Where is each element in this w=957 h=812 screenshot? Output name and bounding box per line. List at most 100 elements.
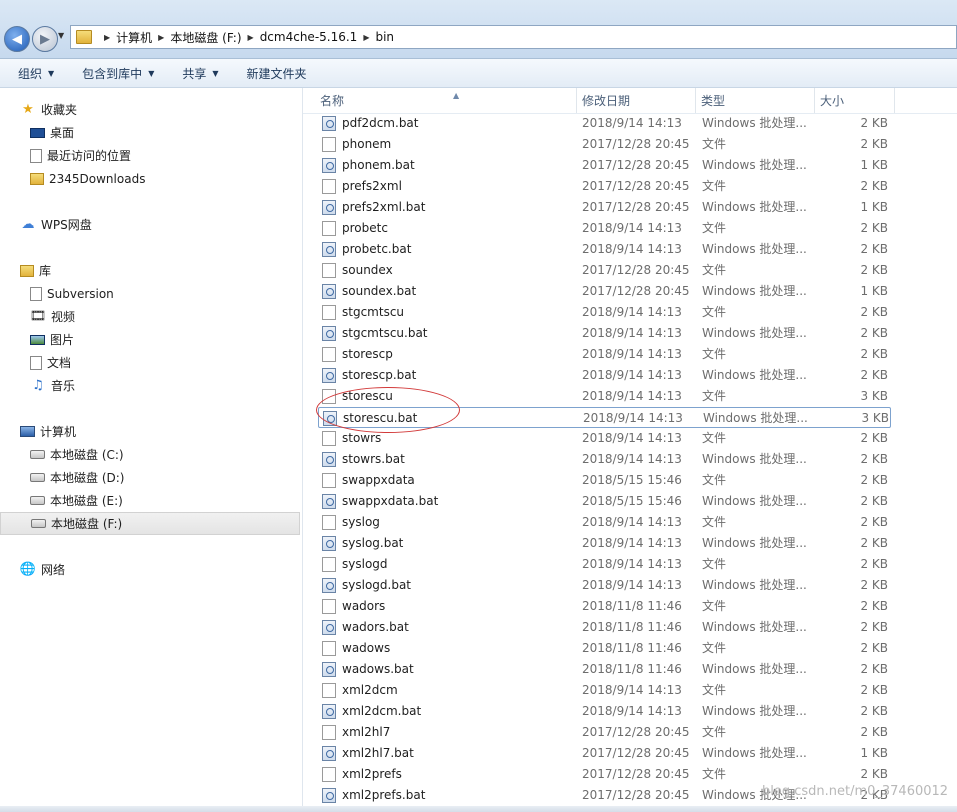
file-name: pdf2dcm.bat [342,116,419,130]
file-name: storescp.bat [342,368,417,382]
file-date-modified: 2018/9/14 14:13 [582,305,682,319]
file-date-modified: 2017/12/28 20:45 [582,200,690,214]
file-row[interactable]: syslogd 2018/9/14 14:13 文件 2 KB [318,554,891,575]
file-date-modified: 2018/9/14 14:13 [582,221,682,235]
file-type: Windows 批处理... [702,578,807,592]
file-type: Windows 批处理... [702,662,807,676]
file-row[interactable]: storescu.bat 2018/9/14 14:13 Windows 批处理..… [318,407,891,428]
sidebar-item-documents[interactable]: 文档 [0,351,330,374]
column-date-modified[interactable]: 修改日期 [577,88,696,113]
file-date-modified: 2018/5/15 15:46 [582,473,682,487]
sidebar-item-drive-c[interactable]: 本地磁盘 (C:) [0,443,330,466]
file-name: stgcmtscu [342,305,405,319]
file-row[interactable]: stowrs.bat 2018/9/14 14:13 Windows 批处理... 2… [318,449,891,470]
file-row[interactable]: swappxdata.bat 2018/5/15 15:46 Windows 批处理… [318,491,891,512]
column-name[interactable]: 名称 ▲ [315,88,577,113]
sidebar-item-drive-f[interactable]: 本地磁盘 (F:) [0,512,300,535]
file-row[interactable]: prefs2xml 2017/12/28 20:45 文件 2 KB [318,176,891,197]
file-row[interactable]: soundex 2017/12/28 20:45 文件 2 KB [318,260,891,281]
sidebar-item-computer[interactable]: 计算机 [0,420,320,443]
sidebar-item-drive-e[interactable]: 本地磁盘 (E:) [0,489,330,512]
file-row[interactable]: stgcmtscu 2018/9/14 14:13 文件 2 KB [318,302,891,323]
file-row[interactable]: wadows.bat 2018/11/8 11:46 Windows 批处理... 2… [318,659,891,680]
address-bar[interactable]: ▶ 计算机 ▶ 本地磁盘 (F:) ▶ dcm4che-5.16.1 ▶ bin [70,25,957,49]
file-row[interactable]: probetc 2018/9/14 14:13 文件 2 KB [318,218,891,239]
sidebar-item-music[interactable]: ♫ 音乐 [0,374,330,397]
file-type: 文件 [702,767,727,781]
file-date-modified: 2018/9/14 14:13 [582,326,682,340]
file-type: 文件 [702,389,727,403]
file-row[interactable]: wadows 2018/11/8 11:46 文件 2 KB [318,638,891,659]
breadcrumb-bin[interactable]: bin [375,30,394,44]
file-row[interactable]: stowrs 2018/9/14 14:13 文件 2 KB [318,428,891,449]
column-size[interactable]: 大小 [815,88,895,113]
new-folder-button[interactable]: 新建文件夹 [247,65,307,82]
file-name: syslog.bat [342,536,404,550]
file-size: 2 KB [860,620,888,634]
file-row[interactable]: swappxdata 2018/5/15 15:46 文件 2 KB [318,470,891,491]
file-row[interactable]: syslog.bat 2018/9/14 14:13 Windows 批处理... 2… [318,533,891,554]
chevron-right-icon[interactable]: ▶ [104,33,110,42]
file-row[interactable]: wadors 2018/11/8 11:46 文件 2 KB [318,596,891,617]
file-row[interactable]: syslog 2018/9/14 14:13 文件 2 KB [318,512,891,533]
file-size: 2 KB [860,179,888,193]
sidebar-item-favorites[interactable]: ★ 收藏夹 [0,98,320,121]
chevron-right-icon[interactable]: ▶ [248,33,254,42]
file-name: wadows [342,641,391,655]
file-row[interactable]: xml2hl7 2017/12/28 20:45 文件 2 KB [318,722,891,743]
sidebar-item-libraries[interactable]: 库 [0,259,320,282]
breadcrumb-dcm4che[interactable]: dcm4che-5.16.1 [260,30,358,44]
file-row[interactable]: phonem 2017/12/28 20:45 文件 2 KB [318,134,891,155]
forward-button[interactable]: ▶ [32,26,58,52]
organize-button[interactable]: 组织 ▼ [18,65,54,82]
sidebar-item-network[interactable]: 🌐 网络 [0,558,320,581]
file-row[interactable]: wadors.bat 2018/11/8 11:46 Windows 批处理... 2… [318,617,891,638]
column-type[interactable]: 类型 [696,88,815,113]
batch-file-icon [322,200,336,215]
breadcrumb-drive-f[interactable]: 本地磁盘 (F:) [170,29,241,46]
back-button[interactable]: ◀ [4,26,30,52]
file-icon [322,221,336,236]
file-row[interactable]: xml2dcm 2018/9/14 14:13 文件 2 KB [318,680,891,701]
sidebar-item-recent-places[interactable]: 最近访问的位置 [0,144,330,167]
file-row[interactable]: syslogd.bat 2018/9/14 14:13 Windows 批处理...… [318,575,891,596]
file-row[interactable]: storescu 2018/9/14 14:13 文件 3 KB [318,386,891,407]
sidebar-item-pictures[interactable]: 图片 [0,328,330,351]
share-button[interactable]: 共享 ▼ [182,65,218,82]
file-row[interactable]: stgcmtscu.bat 2018/9/14 14:13 Windows 批处理.… [318,323,891,344]
file-row[interactable]: prefs2xml.bat 2017/12/28 20:45 Windows 批处理… [318,197,891,218]
file-row[interactable]: probetc.bat 2018/9/14 14:13 Windows 批处理...… [318,239,891,260]
file-type: Windows 批处理... [702,284,807,298]
file-row[interactable]: storescp.bat 2018/9/14 14:13 Windows 批处理..… [318,365,891,386]
file-date-modified: 2017/12/28 20:45 [582,725,690,739]
file-row[interactable]: storescp 2018/9/14 14:13 文件 2 KB [318,344,891,365]
batch-file-icon [322,662,336,677]
file-row[interactable]: phonem.bat 2017/12/28 20:45 Windows 批处理...… [318,155,891,176]
file-type: 文件 [702,557,727,571]
file-type: 文件 [702,347,727,361]
file-row[interactable]: pdf2dcm.bat 2018/9/14 14:13 Windows 批处理...… [318,113,891,134]
drive-icon [31,519,46,528]
desktop-icon [30,127,45,138]
file-row[interactable]: xml2prefs 2017/12/28 20:45 文件 2 KB [318,764,891,785]
file-row[interactable]: xml2dcm.bat 2018/9/14 14:13 Windows 批处理...… [318,701,891,722]
sidebar-item-wps-drive[interactable]: ☁ WPS网盘 [0,213,320,236]
recent-pages-dropdown[interactable]: ▼ [58,31,64,40]
file-name: probetc.bat [342,242,412,256]
file-date-modified: 2017/12/28 20:45 [582,263,690,277]
chevron-right-icon[interactable]: ▶ [363,33,369,42]
file-row[interactable]: xml2hl7.bat 2017/12/28 20:45 Windows 批处理..… [318,743,891,764]
sidebar-item-drive-d[interactable]: 本地磁盘 (D:) [0,466,330,489]
sidebar-item-desktop[interactable]: 桌面 [0,121,330,144]
file-row[interactable]: soundex.bat 2017/12/28 20:45 Windows 批处理..… [318,281,891,302]
file-type: 文件 [702,683,727,697]
include-in-library-button[interactable]: 包含到库中 ▼ [82,65,154,82]
sidebar-item-subversion[interactable]: Subversion [0,282,330,305]
sidebar-item-2345downloads[interactable]: 2345Downloads [0,167,330,190]
chevron-right-icon[interactable]: ▶ [158,33,164,42]
file-name: storescp [342,347,393,361]
breadcrumb-computer[interactable]: 计算机 [116,29,152,46]
drive-icon [30,450,45,459]
file-type: Windows 批处理... [702,200,807,214]
sidebar-item-videos[interactable]: 🎞 视频 [0,305,330,328]
